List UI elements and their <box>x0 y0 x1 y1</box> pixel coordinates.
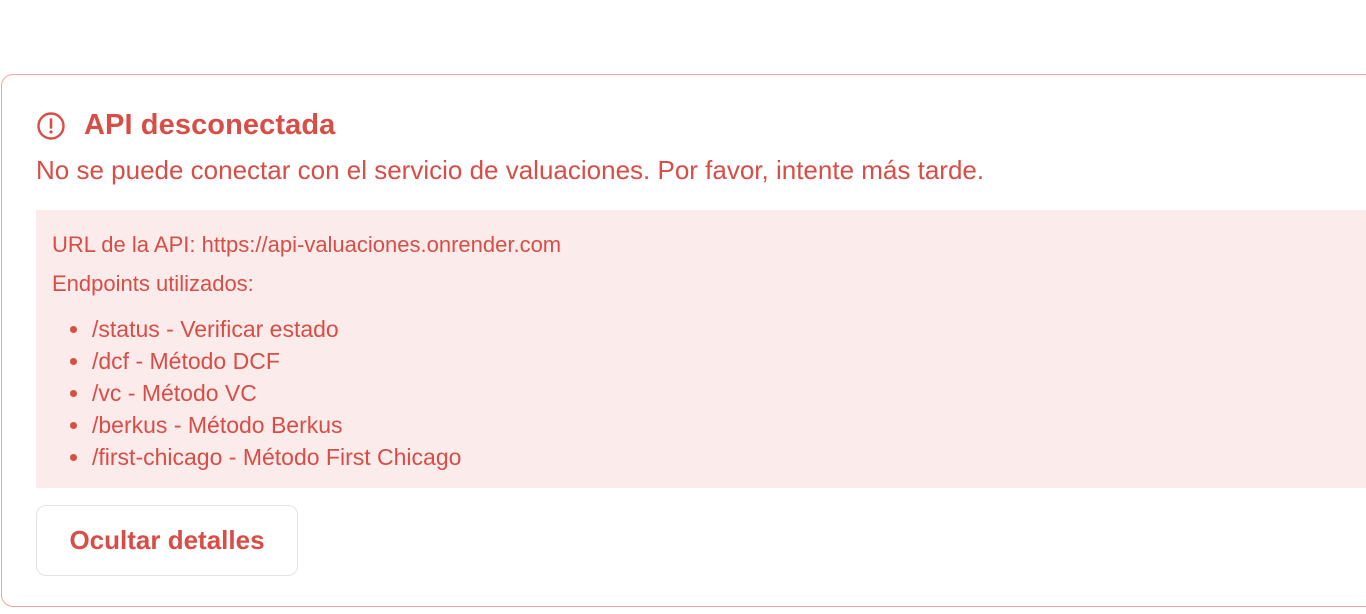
hide-details-button[interactable]: Ocultar detalles <box>36 505 298 576</box>
endpoint-item: /vc - Método VC <box>70 377 1366 409</box>
alert-header: API desconectada <box>36 109 335 142</box>
bullet-icon <box>70 389 77 397</box>
endpoint-label: /first-chicago - Método First Chicago <box>92 444 462 470</box>
endpoint-list: /status - Verificar estado /dcf - Método… <box>52 309 1366 473</box>
bullet-icon <box>70 453 77 461</box>
endpoint-item: /dcf - Método DCF <box>70 345 1366 377</box>
api-details-panel: URL de la API: https://api-valuaciones.o… <box>36 210 1366 488</box>
bullet-icon <box>70 421 77 429</box>
endpoint-label: /status - Verificar estado <box>92 316 339 342</box>
endpoints-heading: Endpoints utilizados: <box>52 271 254 296</box>
alert-title: API desconectada <box>84 109 336 141</box>
alert-circle-icon <box>36 111 66 141</box>
endpoint-label: /berkus - Método Berkus <box>92 412 343 438</box>
endpoint-label: /vc - Método VC <box>92 380 257 406</box>
bullet-icon <box>70 325 77 333</box>
alert-description: No se puede conectar con el servicio de … <box>36 155 985 185</box>
endpoint-item: /first-chicago - Método First Chicago <box>70 441 1366 473</box>
api-url-text: URL de la API: https://api-valuaciones.o… <box>52 232 562 257</box>
endpoint-item: /status - Verificar estado <box>70 313 1366 345</box>
api-error-alert: API desconectada No se puede conectar co… <box>1 74 1366 607</box>
bullet-icon <box>70 357 77 365</box>
endpoint-label: /dcf - Método DCF <box>92 348 280 374</box>
endpoint-item: /berkus - Método Berkus <box>70 409 1366 441</box>
